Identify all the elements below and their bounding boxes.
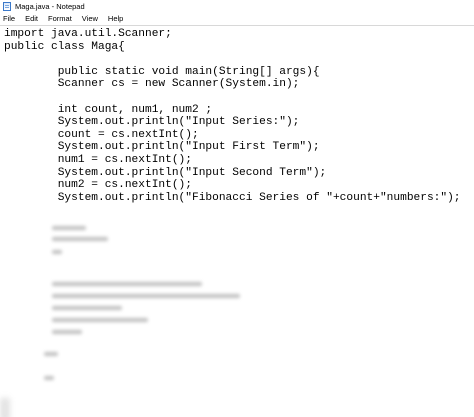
menu-edit[interactable]: Edit: [20, 13, 43, 25]
menu-format[interactable]: Format: [43, 13, 77, 25]
menu-view[interactable]: View: [77, 13, 103, 25]
blurred-code-region: [40, 224, 300, 414]
blurred-line: [52, 294, 240, 298]
code-line: System.out.println("Input Series:");: [4, 116, 300, 129]
notepad-icon: [3, 2, 11, 11]
blurred-line: [52, 318, 148, 322]
code-line: System.out.println("Input Second Term");: [4, 166, 327, 179]
blurred-line: [44, 352, 58, 356]
blurred-line: [44, 376, 54, 380]
code-line: import java.util.Scanner;: [4, 28, 172, 40]
blurred-line: [52, 330, 82, 334]
menu-help[interactable]: Help: [103, 13, 128, 25]
menu-bar: File Edit Format View Help: [0, 13, 474, 25]
code-line: count = cs.nextInt();: [4, 128, 199, 141]
window-title: Maga.java - Notepad: [15, 2, 85, 11]
code-line: public static void main(String[] args){: [4, 65, 320, 78]
code-line: int count, num1, num2 ;: [4, 103, 213, 116]
code-line: num1 = cs.nextInt();: [4, 153, 192, 166]
code-line: System.out.println("Fibonacci Series of …: [4, 191, 461, 204]
blurred-line: [52, 282, 202, 286]
code-line: Scanner cs = new Scanner(System.in);: [4, 78, 300, 91]
code-text[interactable]: import java.util.Scanner; public class M…: [4, 28, 461, 204]
code-line: public class Maga{: [4, 40, 125, 53]
code-line: System.out.println("Input First Term");: [4, 141, 320, 154]
text-editor-area[interactable]: import java.util.Scanner; public class M…: [0, 25, 474, 417]
code-line: num2 = cs.nextInt();: [4, 179, 192, 192]
blurred-margin: [0, 398, 10, 417]
blurred-line: [52, 237, 108, 241]
title-bar[interactable]: Maga.java - Notepad: [0, 0, 474, 13]
blurred-line: [52, 226, 86, 230]
blurred-line: [52, 306, 122, 310]
blurred-line: [52, 250, 62, 254]
menu-file[interactable]: File: [0, 13, 20, 25]
notepad-window: Maga.java - Notepad File Edit Format Vie…: [0, 0, 474, 417]
